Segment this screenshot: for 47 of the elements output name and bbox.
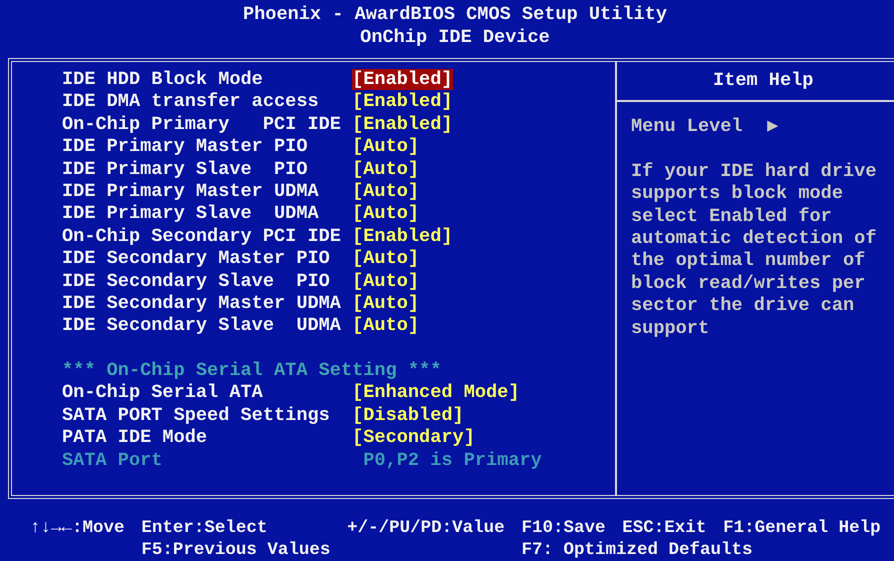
setting-label: On-Chip Primary PCI IDE — [62, 114, 342, 136]
setting-value[interactable]: [Auto] — [352, 292, 420, 314]
key-hint: ↑↓→←:Move — [30, 517, 125, 540]
key-hint: ESC:Exit — [622, 517, 706, 540]
setting-value[interactable]: [Auto] — [352, 180, 420, 202]
window-title: Phoenix - AwardBIOS CMOS Setup Utility — [242, 3, 667, 26]
page-title: OnChip IDE Device — [360, 26, 550, 49]
setting-value[interactable]: [Auto] — [352, 248, 420, 270]
setting-label: PATA IDE Mode — [62, 427, 208, 450]
selected-setting-value[interactable]: [Enabled] — [352, 69, 453, 90]
setting-value[interactable]: [Auto] — [352, 136, 420, 158]
setting-label: IDE HDD Block Mode — [62, 69, 264, 92]
setting-value[interactable]: [Enabled] — [352, 91, 453, 112]
key-hint: F10:Save — [521, 517, 606, 540]
setting-value[interactable]: [Enabled] — [352, 114, 453, 135]
key-hint: F7: Optimized Defaults — [521, 539, 754, 561]
menu-level-label: Menu Level — [631, 116, 743, 138]
setting-value[interactable]: [Auto] — [352, 270, 420, 292]
setting-label: SATA PORT Speed Settings — [62, 404, 331, 428]
setting-label: SATA Port — [62, 450, 164, 472]
menu-level-marker: ▶ — [767, 116, 778, 138]
setting-label: IDE Primary Master UDMA — [62, 180, 320, 204]
setting-value[interactable]: [Auto] — [352, 315, 420, 336]
setting-value[interactable]: [Auto] — [352, 158, 420, 180]
help-title: Item Help — [713, 70, 814, 92]
setting-label: IDE Primary Slave UDMA — [62, 203, 320, 226]
setting-label: On-Chip Serial ATA — [62, 382, 264, 405]
setting-value[interactable]: [Enhanced Mode] — [352, 382, 520, 404]
setting-value[interactable]: [Disabled] — [352, 404, 464, 426]
setting-label: IDE Secondary Master UDMA — [62, 292, 342, 316]
setting-label: IDE Primary Master PIO — [62, 136, 308, 159]
key-hint: Enter:Select — [141, 517, 268, 540]
setting-value[interactable]: [Auto] — [352, 203, 420, 224]
setting-label: IDE Primary Slave PIO — [62, 158, 308, 181]
setting-label: IDE Secondary Slave UDMA — [62, 315, 342, 338]
section-heading: *** On-Chip Serial ATA Setting *** — [62, 360, 442, 382]
key-hint: F1:General Help — [723, 517, 881, 540]
setting-value[interactable]: [Secondary] — [352, 427, 475, 448]
key-hint: F5:Previous Values — [141, 539, 330, 561]
setting-value[interactable]: [Enabled] — [352, 226, 453, 247]
key-hint: +/-/PU/PD:Value — [347, 517, 505, 540]
setting-value: P0,P2 is Primary — [362, 450, 542, 472]
help-text: If your IDE hard drive supports block mode select Enabled for automatic detection of the optimal number of block read/writes per sector the drive can support — [631, 160, 878, 340]
setting-label: IDE Secondary Slave PIO — [62, 270, 331, 293]
setting-label: On-Chip Secondary PCI IDE — [62, 226, 342, 248]
setting-label: IDE DMA transfer access — [62, 91, 320, 114]
setting-label: IDE Secondary Master PIO — [62, 248, 331, 271]
